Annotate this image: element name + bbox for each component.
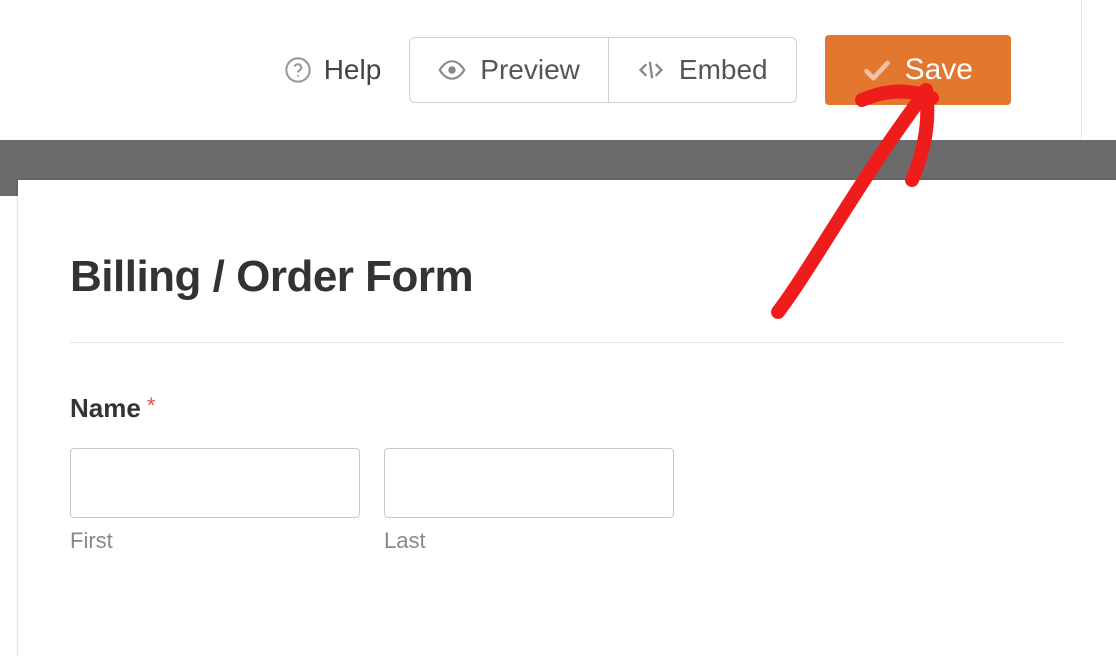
form-preview-panel: Billing / Order Form Name* First Last	[18, 180, 1116, 656]
form-title: Billing / Order Form	[70, 252, 1064, 302]
help-label: Help	[324, 54, 382, 86]
name-label-text: Name	[70, 393, 141, 423]
last-name-column: Last	[384, 448, 674, 554]
embed-label: Embed	[679, 54, 768, 86]
name-field-label: Name*	[70, 393, 1064, 424]
embed-button[interactable]: Embed	[609, 37, 797, 103]
save-label: Save	[905, 53, 973, 87]
last-name-sublabel: Last	[384, 528, 674, 554]
first-name-input[interactable]	[70, 448, 360, 518]
required-asterisk: *	[147, 393, 156, 418]
preview-label: Preview	[480, 54, 580, 86]
save-button[interactable]: Save	[825, 35, 1011, 105]
first-name-sublabel: First	[70, 528, 360, 554]
preview-embed-group: Preview Embed	[409, 37, 796, 103]
eye-icon	[438, 56, 466, 84]
help-link[interactable]: Help	[284, 54, 382, 86]
preview-button[interactable]: Preview	[409, 37, 609, 103]
name-field: Name* First Last	[70, 393, 1064, 554]
top-toolbar: Help Preview Embed Save	[0, 0, 1082, 140]
divider	[70, 342, 1064, 343]
name-inputs-row: First Last	[70, 448, 1064, 554]
first-name-column: First	[70, 448, 360, 554]
help-icon	[284, 56, 312, 84]
last-name-input[interactable]	[384, 448, 674, 518]
code-icon	[637, 56, 665, 84]
check-icon	[863, 58, 891, 82]
